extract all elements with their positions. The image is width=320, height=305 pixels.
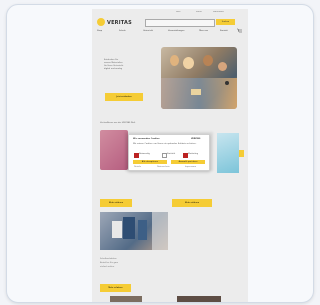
- promo-image-left: [100, 130, 128, 170]
- website-screenshot: Hilfe Konto Warenkorb VERITAS Suchen Sho…: [92, 9, 248, 302]
- bottom-image-right: [177, 296, 221, 302]
- menu-unterricht[interactable]: Unterricht: [143, 30, 153, 32]
- option-label: Statistik: [167, 153, 176, 155]
- hero-copy: Entdecken Sie unsere Materialien für Ihr…: [104, 59, 124, 70]
- save-selection-button[interactable]: Auswahl speichern: [171, 160, 205, 164]
- menu-shop[interactable]: Shop: [97, 30, 102, 32]
- office-cta-button[interactable]: Mehr erfahren: [100, 284, 131, 292]
- card-link-button[interactable]: Mehr erfahren: [172, 199, 212, 207]
- section-title: VeritasNeues aus der VERITAS Welt: [100, 122, 136, 124]
- bottom-image-left: [110, 296, 142, 302]
- search-input[interactable]: [145, 19, 215, 27]
- logo-icon: [97, 18, 105, 26]
- office-copy: Schulbuchaktion Bestellen Sie ganz einfa…: [100, 258, 119, 268]
- imprint-link[interactable]: Impressum: [185, 166, 196, 168]
- top-link[interactable]: Konto: [196, 11, 202, 14]
- side-tab[interactable]: [239, 150, 244, 157]
- cart-icon[interactable]: [237, 19, 244, 33]
- option-label: Notwendig: [139, 153, 150, 155]
- accept-all-button[interactable]: Alle akzeptieren: [133, 160, 167, 164]
- hero-image: [161, 47, 237, 109]
- menu-veranstaltungen[interactable]: Veranstaltungen: [168, 30, 184, 32]
- menu-schule[interactable]: Schule: [119, 30, 126, 32]
- menu-kontakt[interactable]: Kontakt: [220, 30, 228, 32]
- cookie-modal: Wir verwenden Cookies VERITAS Wir nutzen…: [128, 134, 210, 171]
- privacy-link[interactable]: Datenschutz: [157, 166, 170, 168]
- modal-logo: VERITAS: [191, 138, 201, 140]
- modal-title: Wir verwenden Cookies: [133, 138, 160, 140]
- top-link[interactable]: Warenkorb: [213, 11, 224, 14]
- hero-cta-button[interactable]: Jetzt entdecken: [105, 93, 143, 101]
- preview-card: Hilfe Konto Warenkorb VERITAS Suchen Sho…: [6, 4, 314, 303]
- top-link[interactable]: Hilfe: [176, 11, 181, 14]
- promo-image-right: [217, 133, 239, 173]
- menu-ueber-uns[interactable]: Über uns: [199, 30, 208, 32]
- details-link[interactable]: Details: [134, 166, 141, 168]
- search-button[interactable]: Suchen: [216, 19, 235, 25]
- top-nav: Hilfe Konto Warenkorb: [92, 9, 248, 17]
- card-link-button[interactable]: Mehr erfahren: [100, 199, 132, 207]
- option-label: Marketing: [188, 153, 198, 155]
- office-image: [100, 212, 168, 250]
- brand-logo[interactable]: VERITAS: [107, 20, 132, 26]
- modal-text: Wir nutzen Cookies, um Ihnen ein optimal…: [133, 143, 197, 145]
